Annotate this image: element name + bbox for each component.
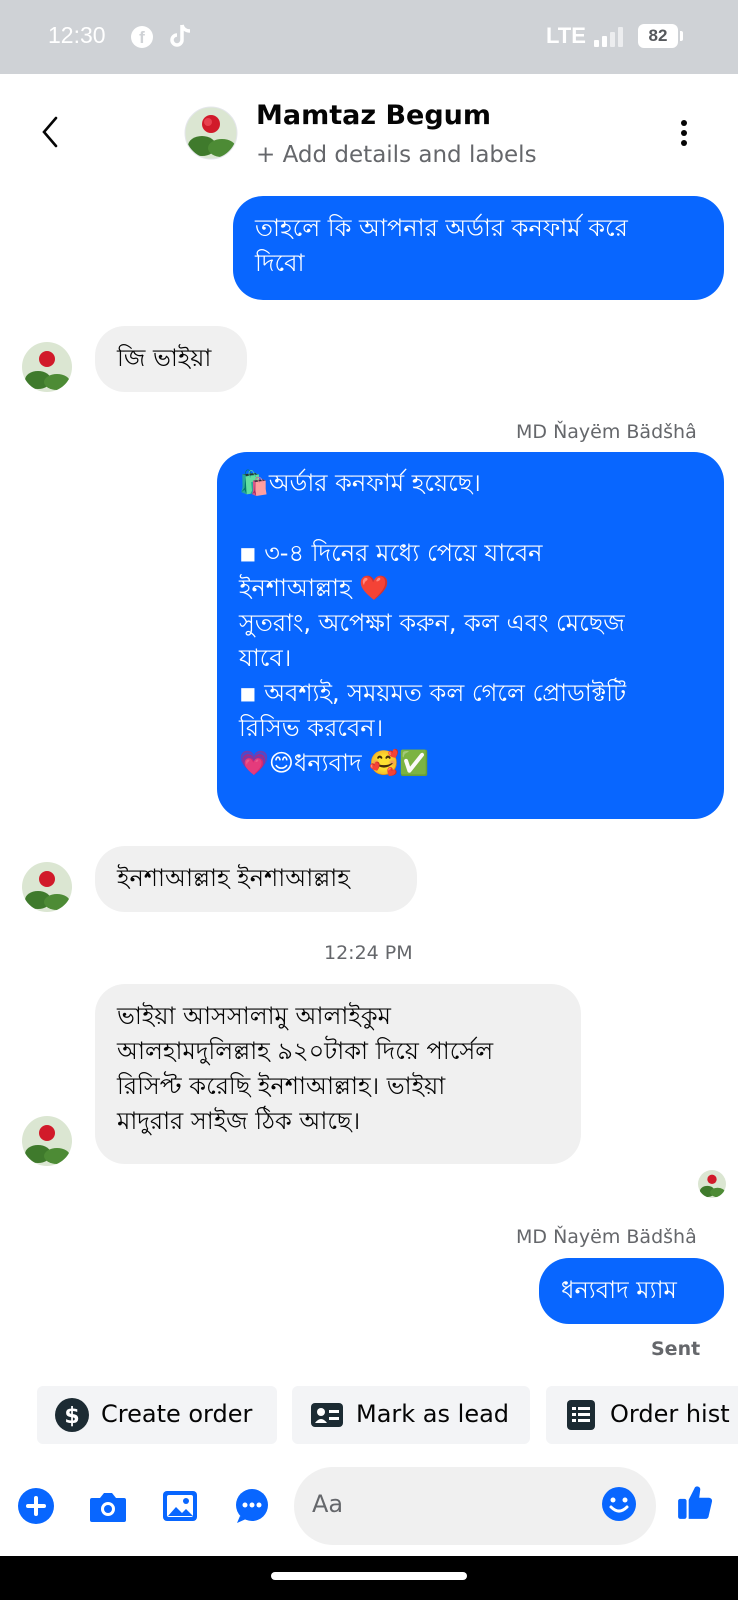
home-gesture-pill[interactable]: [271, 1572, 467, 1580]
contact-name[interactable]: Mamtaz Begum: [256, 100, 491, 131]
message-input-placeholder: Aa: [312, 1490, 344, 1518]
message-text: ধন্যবাদ ম্যাম: [561, 1276, 677, 1304]
emoji-icon[interactable]: [601, 1486, 637, 1522]
message-bubble-incoming[interactable]: জি ভাইয়া: [95, 326, 247, 392]
contact-avatar-small[interactable]: [22, 1116, 72, 1166]
battery-tip: [680, 31, 683, 41]
message-text: দিবো: [255, 249, 305, 277]
message-text: রিসিভ করবেন।: [239, 714, 384, 742]
contact-avatar-small[interactable]: [22, 342, 72, 392]
message-text: ভাইয়া আসসালামু আলাইকুম: [117, 1002, 391, 1030]
chat-bubble-icon[interactable]: [234, 1488, 270, 1524]
message-text: জি ভাইয়া: [117, 344, 212, 372]
message-text: ◾ ৩-৪ দিনের মধ্যে পেয়ে যাবেন: [239, 539, 543, 567]
svg-text:$: $: [64, 1404, 79, 1429]
sender-name: MD Ňayëm Bädšhâ: [516, 1226, 697, 1248]
message-text: 💗😊ধন্যবাদ 🥰✅: [239, 749, 429, 777]
mark-as-lead-button[interactable]: Mark as lead: [292, 1386, 530, 1444]
message-text: রিসিপ্ট করেছি ইনশাআল্লাহ। ভাইয়া: [117, 1072, 446, 1100]
plus-icon[interactable]: [18, 1488, 54, 1524]
network-type: LTE: [546, 23, 586, 48]
camera-icon[interactable]: [88, 1488, 128, 1524]
message-text: ইনশাআল্লাহ ❤️: [239, 574, 390, 602]
status-bar: 12:30 f LTE 82: [0, 0, 738, 74]
status-time: 12:30: [48, 22, 106, 48]
thumbs-up-icon[interactable]: [676, 1482, 714, 1522]
create-order-button[interactable]: $ Create order: [37, 1386, 277, 1444]
message-text: সুতরাং, অপেক্ষা করুন, কল এবং মেছেজ: [239, 609, 625, 637]
order-history-button[interactable]: Order hist: [546, 1386, 738, 1444]
add-details-link[interactable]: + Add details and labels: [256, 142, 537, 168]
message-bubble-incoming[interactable]: ইনশাআল্লাহ ইনশাআল্লাহ: [95, 846, 417, 912]
message-text: 🛍️অর্ডার কনফার্ম হয়েছে।: [239, 469, 481, 497]
tiktok-notification-icon: [170, 24, 191, 47]
message-bubble-incoming[interactable]: ভাইয়া আসসালামু আলাইকুম আলহামদুলিল্লাহ ৯…: [95, 984, 581, 1164]
message-text: আলহামদুলিল্লাহ ৯২০টাকা দিয়ে পার্সেল: [117, 1037, 494, 1065]
list-document-icon: [567, 1400, 595, 1430]
create-order-label: Create order: [101, 1400, 253, 1428]
facebook-notification-icon: f: [131, 26, 153, 48]
dollar-icon: $: [55, 1398, 89, 1432]
contact-avatar[interactable]: [184, 106, 238, 160]
system-navigation-bar: [0, 1556, 738, 1600]
order-history-label: Order hist: [610, 1400, 730, 1428]
mark-as-lead-label: Mark as lead: [356, 1400, 510, 1428]
message-sent-status: Sent: [651, 1338, 701, 1360]
message-text: ◾ অবশ্যই, সময়মত কল গেলে প্রোডাক্টটি: [239, 679, 627, 707]
message-timestamp: 12:24 PM: [324, 942, 413, 964]
contact-avatar-small[interactable]: [22, 862, 72, 912]
message-text: তাহলে কি আপনার অর্ডার কনফার্ম করে: [255, 214, 628, 242]
sender-name: MD Ňayëm Bädšhâ: [516, 421, 697, 443]
back-arrow-icon[interactable]: [36, 114, 64, 150]
battery-icon: 82: [638, 24, 678, 48]
more-options-icon[interactable]: [668, 120, 700, 152]
read-receipt-avatar: [698, 1170, 726, 1198]
gallery-icon[interactable]: [162, 1488, 198, 1524]
message-text: যাবে।: [239, 644, 292, 672]
message-bubble-outgoing[interactable]: তাহলে কি আপনার অর্ডার কনফার্ম করে দিবো: [233, 196, 724, 300]
signal-icon: [594, 27, 623, 47]
message-bubble-outgoing[interactable]: 🛍️অর্ডার কনফার্ম হয়েছে। ◾ ৩-৪ দিনের মধ্…: [217, 452, 724, 819]
chat-header: Mamtaz Begum + Add details and labels: [0, 74, 738, 186]
message-text: [239, 501, 702, 536]
message-text: ইনশাআল্লাহ ইনশাআল্লাহ: [117, 864, 350, 892]
message-text: মাদুরার সাইজ ঠিক আছে।: [117, 1107, 361, 1135]
contact-card-icon: [311, 1403, 343, 1427]
message-composer: Aa: [0, 1460, 738, 1550]
message-bubble-outgoing[interactable]: ধন্যবাদ ম্যাম: [539, 1258, 724, 1324]
